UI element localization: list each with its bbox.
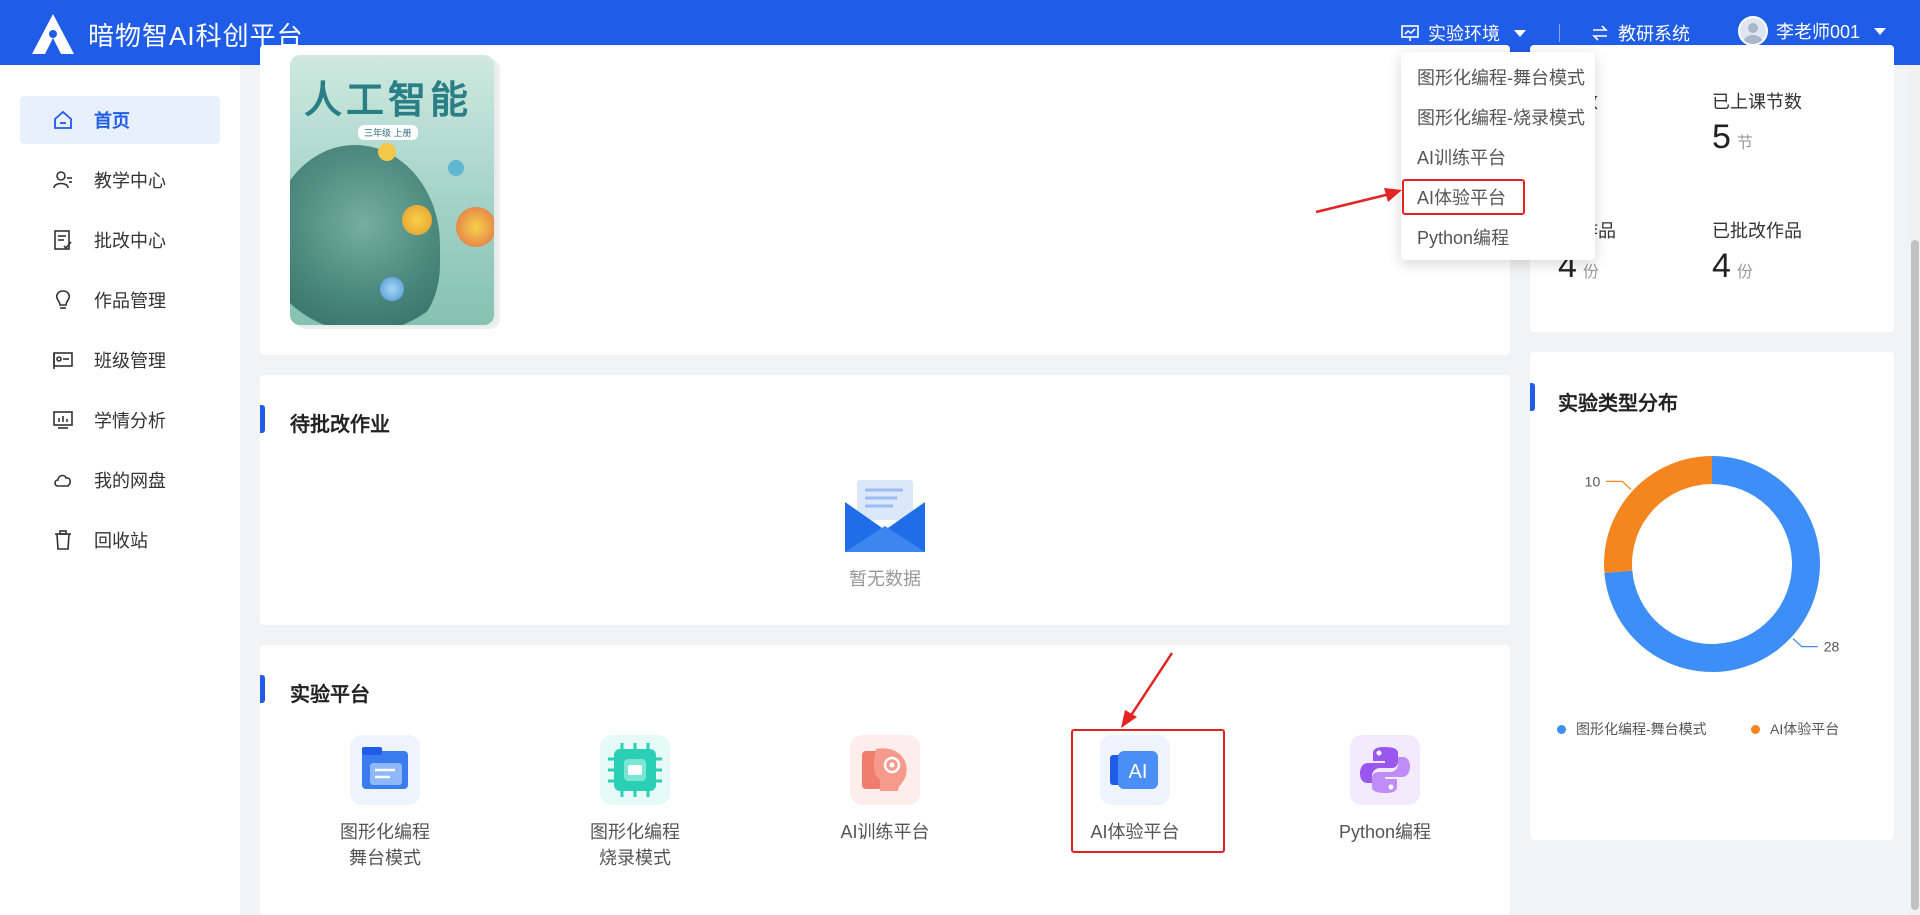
cloud-icon <box>54 474 71 487</box>
decor-ball <box>456 207 494 247</box>
class-icon <box>53 352 73 369</box>
label-leader-line <box>1792 638 1818 648</box>
legend-dot <box>1557 724 1566 734</box>
logo-icon <box>32 14 74 54</box>
legend-label: 图形化编程-舞台模式 <box>1576 721 1707 737</box>
stat-graded: 4份 <box>1712 247 1753 286</box>
folder-icon <box>350 735 420 805</box>
platform-label: Python编程 <box>1338 822 1432 842</box>
book-title: 人工智能 <box>304 80 473 122</box>
textbook-cover[interactable]: 人工智能 三年级 上册 <box>290 55 494 325</box>
annotation-arrow-icon <box>1315 188 1402 214</box>
bulb-icon <box>55 290 71 309</box>
lab-env-menu[interactable]: 实验环境 <box>1400 20 1526 46</box>
chip-icon <box>600 735 670 805</box>
empty-mail-icon <box>845 480 925 552</box>
header-divider <box>1559 24 1560 42</box>
sidebar-item-cloud[interactable]: 我的网盘 <box>20 456 220 504</box>
legend-label: AI体验平台 <box>1770 721 1840 737</box>
sidebar-item-grading[interactable]: 批改中心 <box>20 216 220 264</box>
sidebar-item-label: 回收站 <box>94 531 148 551</box>
chevron-down-icon <box>1874 27 1887 35</box>
decor-ball <box>378 143 396 161</box>
stat-value: 4 <box>1712 247 1731 285</box>
platform-python[interactable]: Python编程 <box>1295 735 1475 845</box>
stat-unit: 份 <box>1736 264 1753 281</box>
stat-lessons: 5节 <box>1712 118 1753 157</box>
legend-dot <box>1751 724 1760 734</box>
platform-label: 图形化编程 舞台模式 <box>340 822 430 868</box>
stat-unit: 份 <box>1582 264 1599 281</box>
avatar <box>1738 16 1768 46</box>
dropdown-item-stage[interactable]: 图形化编程-舞台模式 <box>1417 64 1585 90</box>
sidebar-item-class[interactable]: 班级管理 <box>20 336 220 384</box>
legend-item[interactable]: AI体验平台 <box>1751 719 1839 739</box>
stat-label: 已上课节数 <box>1712 92 1802 112</box>
sidebar-item-trash[interactable]: 回收站 <box>20 516 220 564</box>
stat-unit: 节 <box>1736 135 1753 152</box>
title-accent-bar <box>260 675 265 703</box>
sidebar-item-teaching[interactable]: 教学中心 <box>20 156 220 204</box>
highlight-box <box>1071 729 1225 853</box>
stat-label: 已批改作品 <box>1712 221 1802 241</box>
lab-env-dropdown: 图形化编程-舞台模式 图形化编程-烧录模式 AI训练平台 AI体验平台 Pyth… <box>1401 52 1595 260</box>
teacher-icon <box>53 171 72 189</box>
highlight-box <box>1402 179 1525 215</box>
book-grade: 三年级 上册 <box>358 125 418 140</box>
ai-brain-icon <box>850 735 920 805</box>
sidebar-item-label: 首页 <box>94 111 130 131</box>
annotation-arrow-icon <box>1121 652 1174 728</box>
scrollbar-thumb[interactable] <box>1911 240 1919 910</box>
platform-label: 图形化编程 烧录模式 <box>590 822 680 868</box>
chart-title: 实验类型分布 <box>1558 393 1678 415</box>
python-icon <box>1350 735 1420 805</box>
ai-head-illustration <box>290 145 440 325</box>
sidebar-item-analytics[interactable]: 学情分析 <box>20 396 220 444</box>
title-accent-bar <box>1530 383 1535 411</box>
analytics-icon <box>53 411 73 429</box>
dropdown-item-ai-training[interactable]: AI训练平台 <box>1417 144 1506 170</box>
platform-ai-training[interactable]: AI训练平台 <box>795 735 975 845</box>
sidebar-item-label: 批改中心 <box>94 231 166 251</box>
platform-graphic-stage[interactable]: 图形化编程 舞台模式 <box>295 735 475 871</box>
user-name: 李老师001 <box>1776 22 1861 42</box>
sidebar-item-works[interactable]: 作品管理 <box>20 276 220 324</box>
stat-value: 5 <box>1712 118 1731 156</box>
sidebar-item-label: 作品管理 <box>94 291 166 311</box>
sidebar-item-label: 学情分析 <box>94 411 166 431</box>
sidebar-item-label: 教学中心 <box>94 171 166 191</box>
sidebar-item-label: 班级管理 <box>94 351 166 371</box>
data-label: 28 <box>1824 639 1840 655</box>
platform-label: AI训练平台 <box>840 822 930 842</box>
decor-ball <box>448 160 464 176</box>
sidebar: 首页 教学中心 批改中心 作品管理 班级管理 学情分析 我的网盘 回收站 <box>0 65 240 915</box>
swap-icon <box>1592 25 1608 41</box>
research-label: 教研系统 <box>1618 24 1690 44</box>
platform-graphic-burn[interactable]: 图形化编程 烧录模式 <box>545 735 725 871</box>
dropdown-item-burn[interactable]: 图形化编程-烧录模式 <box>1417 104 1585 130</box>
user-menu[interactable]: 李老师001 <box>1738 16 1887 46</box>
trash-icon <box>55 530 71 550</box>
pending-title: 待批改作业 <box>290 414 390 436</box>
decor-ball <box>402 205 432 235</box>
data-label: 10 <box>1585 473 1601 489</box>
sidebar-item-home[interactable]: 首页 <box>20 96 220 144</box>
legend-item[interactable]: 图形化编程-舞台模式 <box>1557 719 1707 739</box>
donut-slice[interactable] <box>1604 456 1712 573</box>
label-leader-line <box>1606 480 1632 490</box>
lab-env-label: 实验环境 <box>1428 24 1500 44</box>
sidebar-item-label: 我的网盘 <box>94 471 166 491</box>
research-system-link[interactable]: 教研系统 <box>1590 20 1690 46</box>
chevron-down-icon <box>1514 29 1526 37</box>
title-accent-bar <box>260 405 265 433</box>
platforms-title: 实验平台 <box>290 684 370 706</box>
home-icon <box>54 110 72 129</box>
donut-chart: 28 10 <box>1585 456 1840 672</box>
grading-icon <box>54 230 72 250</box>
decor-ball <box>380 277 404 301</box>
empty-text: 暂无数据 <box>849 569 921 589</box>
monitor-chart-icon <box>1401 25 1419 41</box>
dropdown-item-python[interactable]: Python编程 <box>1417 224 1509 250</box>
